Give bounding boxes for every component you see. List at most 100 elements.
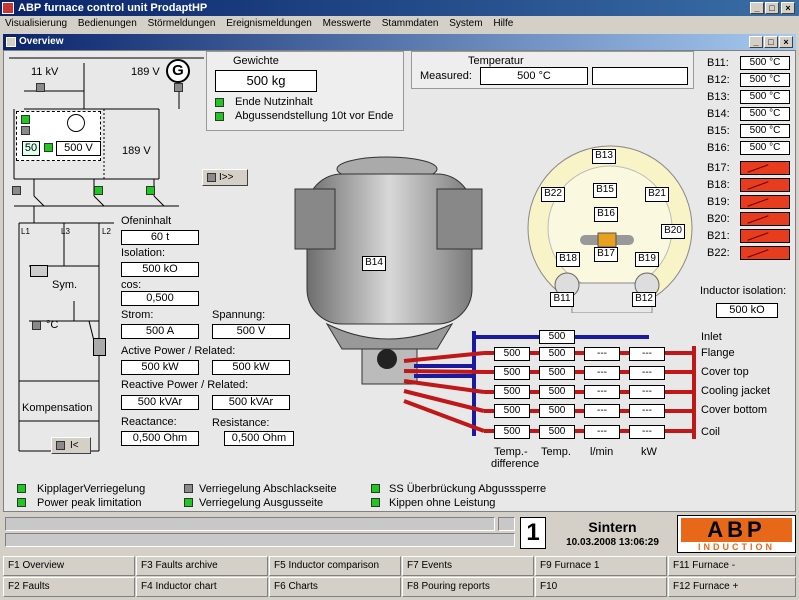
- overview-maximize-button[interactable]: □: [764, 36, 778, 48]
- kw-header: kW: [641, 446, 657, 458]
- top-sensor-b15[interactable]: B15: [593, 183, 617, 198]
- transformer-symbol: [67, 114, 85, 132]
- coil-label: Coil: [701, 426, 720, 438]
- menu-bedienungen[interactable]: Bedienungen: [78, 18, 137, 29]
- cooling-jacket-diff-field: 500: [494, 385, 530, 399]
- reactive-power-label: Reactive Power / Related:: [121, 379, 249, 391]
- menu-system[interactable]: System: [449, 18, 482, 29]
- menu-stammdaten[interactable]: Stammdaten: [382, 18, 439, 29]
- b12-label: B12:: [707, 74, 730, 86]
- f1-overview-button[interactable]: F1 Overview: [3, 556, 135, 576]
- overview-minimize-button[interactable]: _: [749, 36, 763, 48]
- top-sensor-b17[interactable]: B17: [594, 247, 618, 262]
- flange-temp-field: 500: [539, 347, 575, 361]
- breaker-1-indicator[interactable]: [12, 186, 21, 195]
- f9-furnace-1-button[interactable]: F9 Furnace 1: [535, 556, 667, 576]
- menu-ereignismeldungen[interactable]: Ereignismeldungen: [226, 18, 312, 29]
- top-sensor-b12[interactable]: B12: [632, 292, 656, 307]
- menu-hilfe[interactable]: Hilfe: [493, 18, 513, 29]
- ende-nutzinhalt-indicator: [215, 98, 224, 107]
- f7-events-button[interactable]: F7 Events: [402, 556, 534, 576]
- top-sensor-b20[interactable]: B20: [661, 224, 685, 239]
- f5-inductor-comparison-button[interactable]: F5 Inductor comparison: [269, 556, 401, 576]
- f2-faults-button[interactable]: F2 Faults: [3, 577, 135, 597]
- overview-close-button[interactable]: ×: [779, 36, 793, 48]
- isolation-label: Isolation:: [121, 247, 166, 259]
- top-sensor-b22[interactable]: B22: [541, 187, 565, 202]
- maximize-button[interactable]: □: [765, 2, 779, 14]
- power-peak-indicator: [17, 498, 26, 507]
- overview-panel: 11 kV 189 V G 50 500 V 189 V I>> L1 L3 L…: [3, 50, 796, 512]
- inlet-temp-field: 500: [539, 330, 575, 344]
- breaker-11kv-indicator[interactable]: [36, 83, 45, 92]
- ueberbrueckung-label: SS Überbrückung Abgusssperre: [389, 483, 547, 495]
- kipplager-label: KipplagerVerriegelung: [37, 483, 146, 495]
- f10-button[interactable]: F10: [535, 577, 667, 597]
- cover-top-kw-field: ---: [629, 366, 665, 380]
- f6-charts-button[interactable]: F6 Charts: [269, 577, 401, 597]
- b20-label: B20:: [707, 213, 730, 225]
- flange-flow-field: ---: [584, 347, 620, 361]
- breaker-3-indicator[interactable]: [146, 186, 155, 195]
- menu-messwerte[interactable]: Messwerte: [323, 18, 371, 29]
- sym-device: [30, 265, 48, 277]
- top-sensor-b21[interactable]: B21: [645, 187, 669, 202]
- top-sensor-b11[interactable]: B11: [550, 292, 574, 307]
- ende-nutzinhalt-label: Ende Nutzinhalt: [235, 96, 313, 108]
- message-bar-2: [5, 533, 515, 547]
- minimize-button[interactable]: _: [750, 2, 764, 14]
- message-bar-1: [5, 517, 495, 531]
- tap-position-field[interactable]: 50: [22, 141, 40, 156]
- f8-pouring-reports-button[interactable]: F8 Pouring reports: [402, 577, 534, 597]
- cooling-jacket-kw-field: ---: [629, 385, 665, 399]
- spannung-field: 500 V: [212, 324, 290, 339]
- strom-label: Strom:: [121, 309, 154, 321]
- gewichte-group: Gewichte 500 kg Ende Nutzinhalt Abgussen…: [206, 51, 404, 131]
- tap-voltage-field: 500 V: [56, 141, 101, 156]
- menu-bar: Visualisierung Bedienungen Störmeldungen…: [0, 16, 799, 31]
- temperatur-title: Temperatur: [468, 55, 524, 67]
- close-button[interactable]: ×: [781, 2, 795, 14]
- b15-label: B15:: [707, 125, 730, 137]
- cooling-jacket-flow-field: ---: [584, 385, 620, 399]
- window-titlebar: ABP furnace control unit ProdaptHP _ □ ×: [0, 0, 799, 16]
- top-sensor-b16[interactable]: B16: [594, 207, 618, 222]
- b16-label: B16:: [707, 142, 730, 154]
- abgussendstellung-label: Abgussendstellung 10t vor Ende: [235, 110, 394, 122]
- undercurrent-button-label: I<: [70, 440, 79, 451]
- overview-window-icon: [6, 37, 16, 47]
- undercurrent-button[interactable]: I<: [51, 437, 91, 454]
- overview-title: Overview: [19, 36, 64, 47]
- top-sensor-b19[interactable]: B19: [635, 252, 659, 267]
- f3-faults-archive-button[interactable]: F3 Faults archive: [136, 556, 268, 576]
- abp-logo-subtext: INDUCTION: [681, 542, 792, 552]
- top-sensor-b13[interactable]: B13: [592, 149, 616, 164]
- temperature-indicator: [32, 321, 41, 330]
- inductor-isolation-label: Inductor isolation:: [700, 285, 787, 297]
- overcurrent-indicator: [207, 173, 216, 182]
- overcurrent-button[interactable]: I>>: [202, 169, 248, 186]
- f4-inductor-chart-button[interactable]: F4 Inductor chart: [136, 577, 268, 597]
- undercurrent-indicator: [56, 441, 65, 450]
- reactive-power-field: 500 kVAr: [121, 395, 199, 410]
- furnace-sensor-b14[interactable]: B14: [362, 256, 386, 271]
- cover-top-diff-field: 500: [494, 366, 530, 380]
- inductor-isolation-field: 500 kO: [716, 303, 778, 318]
- temp-diff-header-2: difference: [491, 458, 540, 470]
- breaker-2-indicator[interactable]: [94, 186, 103, 195]
- breaker-generator-indicator[interactable]: [174, 83, 183, 92]
- coil-flow-field: ---: [584, 425, 620, 439]
- temperatur-group: Temperatur Measured: 500 °C: [411, 51, 694, 89]
- ausgusseite-label: Verriegelung Ausgusseite: [199, 497, 324, 509]
- ueberbrueckung-indicator: [371, 484, 380, 493]
- menu-stoermeldungen[interactable]: Störmeldungen: [148, 18, 216, 29]
- resistance-label: Resistance:: [212, 417, 270, 429]
- b12-value: 500 °C: [740, 73, 790, 87]
- f12-furnace-plus-button[interactable]: F12 Furnace +: [668, 577, 796, 597]
- menu-visualisierung[interactable]: Visualisierung: [5, 18, 67, 29]
- cos-label: cos:: [121, 279, 142, 291]
- b19-label: B19:: [707, 196, 730, 208]
- top-sensor-b18[interactable]: B18: [556, 252, 580, 267]
- overview-titlebar: Overview _ □ ×: [3, 34, 796, 50]
- f11-furnace-minus-button[interactable]: F11 Furnace -: [668, 556, 796, 576]
